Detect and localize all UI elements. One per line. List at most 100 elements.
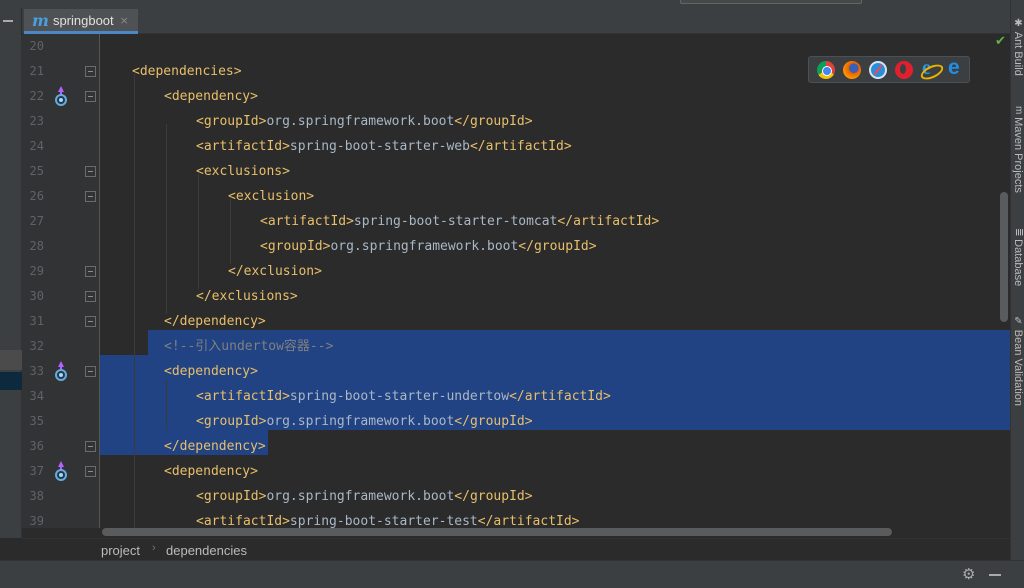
gear-icon[interactable]: ⚙ [962, 565, 975, 583]
fold-marker[interactable] [85, 291, 96, 302]
right-tool-strip: ✱ Ant Build m Maven Projects ≣ Database … [1010, 0, 1024, 560]
code-line[interactable]: <exclusions> [196, 159, 290, 184]
fold-marker[interactable] [85, 66, 96, 77]
implementation-marker-icon[interactable] [54, 86, 68, 106]
xml-tag: <artifactId> [196, 514, 290, 528]
fold-marker[interactable] [85, 91, 96, 102]
code-line[interactable]: <artifactId>spring-boot-starter-undertow… [196, 384, 611, 409]
fold-marker[interactable] [85, 191, 96, 202]
breadcrumb-separator: › [152, 542, 156, 554]
editor-tab-bar: m springboot × [0, 0, 1010, 34]
xml-tag: <groupId> [196, 489, 267, 504]
indent-guide [166, 124, 167, 314]
tab-springboot[interactable]: m springboot × [24, 9, 138, 34]
code-line[interactable]: <exclusion> [228, 184, 314, 209]
minimize-icon[interactable] [989, 574, 1001, 576]
line-number: 38 [29, 489, 44, 503]
code-line[interactable]: <artifactId>spring-boot-starter-test</ar… [196, 509, 580, 528]
code-line[interactable]: <groupId>org.springframework.boot</group… [260, 234, 597, 259]
maven-icon: m [1013, 106, 1024, 118]
code-line[interactable]: <dependencies> [132, 59, 242, 84]
line-number: 26 [29, 189, 44, 203]
code-line[interactable]: </exclusion> [228, 259, 322, 284]
vertical-scrollbar[interactable] [1000, 192, 1008, 322]
xml-tag: <groupId> [196, 414, 267, 429]
code-editor[interactable]: <dependencies> <dependency> <groupId>org.s… [100, 34, 1010, 528]
run-configuration-selector[interactable] [680, 0, 862, 4]
fold-marker[interactable] [85, 366, 96, 377]
left-strip-marker [0, 350, 22, 370]
implementation-marker-icon[interactable] [54, 361, 68, 381]
breadcrumb-item-dependencies[interactable]: dependencies [166, 543, 247, 558]
opera-icon[interactable] [895, 60, 913, 79]
maven-m-icon: m [32, 10, 49, 30]
xml-text: spring-boot-starter-tomcat [353, 214, 558, 229]
xml-tag: </groupId> [454, 114, 533, 129]
xml-tag: </artifactId> [477, 514, 580, 528]
xml-tag: </exclusions> [196, 289, 298, 304]
bean-validation-tool[interactable]: ✎ Bean Validation [1012, 316, 1024, 406]
left-strip-marker-active [0, 372, 22, 390]
code-line[interactable]: <artifactId>spring-boot-starter-tomcat</… [260, 209, 659, 234]
code-line[interactable]: </dependency> [164, 434, 266, 459]
xml-tag: <dependency> [164, 464, 258, 479]
xml-text: org.springframework.boot [266, 414, 455, 429]
xml-comment: <!--引入undertow容器--> [164, 339, 334, 354]
ant-build-tool[interactable]: ✱ Ant Build [1012, 18, 1024, 76]
xml-tag: </groupId> [518, 239, 597, 254]
database-icon: ≣ [1013, 228, 1024, 240]
code-line[interactable]: <dependency> [164, 359, 258, 384]
line-number: 27 [29, 214, 44, 228]
breadcrumb-item-project[interactable]: project [101, 543, 140, 558]
bean-validation-icon: ✎ [1013, 316, 1024, 330]
xml-tag: </groupId> [454, 414, 533, 429]
line-number: 39 [29, 514, 44, 528]
code-line[interactable]: </dependency> [164, 309, 266, 334]
xml-tag: <artifactId> [196, 389, 290, 404]
line-number: 20 [29, 39, 44, 53]
chrome-icon[interactable] [817, 60, 835, 79]
ant-icon: ✱ [1013, 18, 1024, 32]
fold-marker[interactable] [85, 266, 96, 277]
safari-icon[interactable] [869, 60, 887, 79]
xml-tag: </groupId> [454, 489, 533, 504]
code-line[interactable]: <artifactId>spring-boot-starter-web</art… [196, 134, 572, 159]
xml-tag: <dependency> [164, 89, 258, 104]
fold-marker[interactable] [85, 466, 96, 477]
xml-text: spring-boot-starter-test [289, 514, 478, 528]
xml-text: spring-boot-starter-web [289, 139, 470, 154]
breadcrumb: project › dependencies [22, 538, 1010, 560]
xml-text: spring-boot-starter-undertow [289, 389, 510, 404]
database-tool[interactable]: ≣ Database [1012, 228, 1024, 286]
indent-guide [198, 174, 199, 289]
code-line[interactable]: <dependency> [164, 459, 258, 484]
fold-marker[interactable] [85, 166, 96, 177]
indent-guide [134, 74, 135, 528]
close-icon[interactable]: × [120, 14, 129, 27]
edge-icon[interactable]: e [947, 56, 965, 79]
xml-tag: <exclusions> [196, 164, 290, 179]
line-number: 34 [29, 389, 44, 403]
browser-preview-bar: e e [808, 56, 970, 83]
code-line[interactable]: <groupId>org.springframework.boot</group… [196, 409, 533, 434]
code-line[interactable]: <dependency> [164, 84, 258, 109]
status-bar: ⚙ [0, 560, 1024, 588]
fold-marker[interactable] [85, 316, 96, 327]
internet-explorer-icon[interactable]: e [921, 58, 939, 79]
code-line[interactable]: <groupId>org.springframework.boot</group… [196, 484, 533, 509]
fold-marker[interactable] [85, 441, 96, 452]
minimize-icon[interactable] [3, 20, 13, 22]
code-line[interactable]: </exclusions> [196, 284, 298, 309]
maven-projects-tool[interactable]: m Maven Projects [1012, 106, 1024, 193]
firefox-icon[interactable] [843, 60, 861, 79]
line-number: 24 [29, 139, 44, 153]
horizontal-scrollbar[interactable] [102, 528, 892, 536]
line-number: 32 [29, 339, 44, 353]
xml-text: org.springframework.boot [330, 239, 519, 254]
xml-tag: </artifactId> [557, 214, 660, 229]
code-line[interactable]: <!--引入undertow容器--> [164, 334, 333, 359]
code-line[interactable]: <groupId>org.springframework.boot</group… [196, 109, 533, 134]
xml-tag: <exclusion> [228, 189, 315, 204]
xml-tag: </artifactId> [509, 389, 611, 404]
implementation-marker-icon[interactable] [54, 461, 68, 481]
